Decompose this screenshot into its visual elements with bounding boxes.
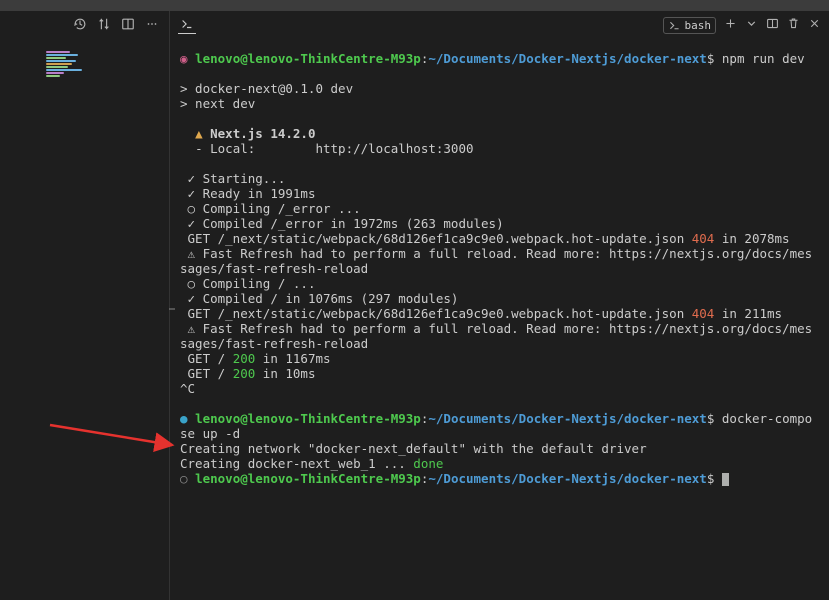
editor-toolbar bbox=[0, 11, 169, 39]
split-editor-icon[interactable] bbox=[121, 17, 135, 34]
new-terminal-icon[interactable] bbox=[724, 17, 737, 33]
shell-selector[interactable]: bash bbox=[663, 17, 717, 34]
shell-name-label: bash bbox=[685, 19, 712, 32]
prompt-path: ~/Documents/Docker-Nextjs/docker-next bbox=[428, 471, 706, 486]
bullet-icon: ◉ bbox=[180, 51, 195, 66]
prompt-user: lenovo@lenovo-ThinkCentre-M93p bbox=[195, 51, 421, 66]
terminal-panel: bash ◉ lenovo@lenovo-ThinkCentre-M93p:~/… bbox=[170, 11, 829, 600]
cursor bbox=[722, 473, 729, 486]
close-panel-icon[interactable] bbox=[808, 17, 821, 33]
prompt-user: lenovo@lenovo-ThinkCentre-M93p bbox=[195, 411, 421, 426]
history-icon[interactable] bbox=[73, 17, 87, 34]
chevron-down-icon[interactable] bbox=[745, 17, 758, 33]
bullet-icon: ● bbox=[180, 411, 195, 426]
trash-icon[interactable] bbox=[787, 17, 800, 33]
prompt-path: ~/Documents/Docker-Nextjs/docker-next bbox=[428, 51, 706, 66]
title-bar bbox=[0, 0, 829, 11]
main-area: ⎯ bash ◉ lenovo@lenovo-ThinkCentre-M9 bbox=[0, 11, 829, 600]
bullet-icon: ○ bbox=[180, 471, 195, 486]
terminal-output[interactable]: ◉ lenovo@lenovo-ThinkCentre-M93p:~/Docum… bbox=[170, 39, 829, 600]
prompt-user: lenovo@lenovo-ThinkCentre-M93p bbox=[195, 471, 421, 486]
split-terminal-icon[interactable] bbox=[766, 17, 779, 33]
triangle-icon: ▲ bbox=[195, 126, 203, 141]
minimap[interactable] bbox=[46, 51, 86, 79]
more-icon[interactable] bbox=[145, 17, 159, 34]
compare-icon[interactable] bbox=[97, 17, 111, 34]
prompt-path: ~/Documents/Docker-Nextjs/docker-next bbox=[428, 411, 706, 426]
terminal-toolbar: bash bbox=[170, 11, 829, 39]
editor-panel: ⎯ bbox=[0, 11, 170, 600]
terminal-tab-icon[interactable] bbox=[178, 16, 196, 34]
command-text: npm run dev bbox=[722, 51, 805, 66]
